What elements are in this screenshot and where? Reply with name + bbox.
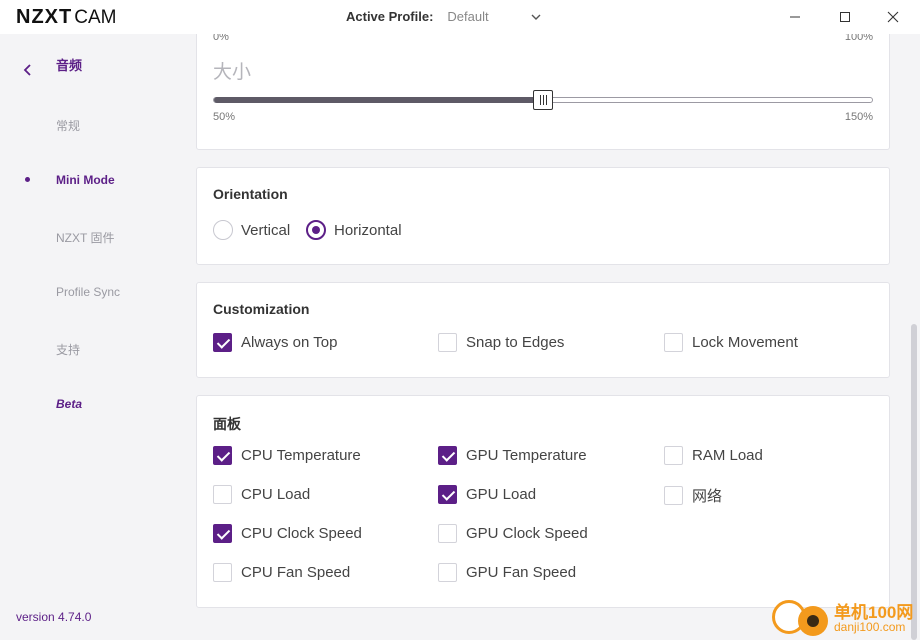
checkbox-label: CPU Clock Speed — [241, 525, 362, 542]
sidebar-item-mini-mode[interactable]: Mini Mode — [56, 173, 115, 187]
checkbox-gpu-temperature[interactable]: GPU Temperature — [438, 446, 587, 465]
size-title: 大小 — [213, 62, 252, 83]
opacity-min-label: 0% — [213, 34, 229, 43]
checkbox-box — [664, 446, 683, 465]
radio-circle — [213, 220, 233, 240]
size-min-label: 50% — [213, 111, 236, 123]
checkbox-label: GPU Fan Speed — [466, 564, 577, 581]
checkbox-snap-to-edges[interactable]: Snap to Edges — [438, 333, 564, 352]
checkbox-ram-load[interactable]: RAM Load — [664, 446, 763, 465]
close-icon — [887, 11, 899, 23]
watermark-disc-icon — [798, 606, 828, 636]
checkbox-label: 网络 — [692, 488, 723, 505]
checkbox-box — [438, 524, 457, 543]
checkbox-gpu-load[interactable]: GPU Load — [438, 485, 536, 504]
checkbox-box — [213, 524, 232, 543]
watermark-url: danji100.com — [834, 620, 906, 634]
radio-horizontal[interactable]: Horizontal — [306, 220, 402, 240]
sidebar-item-profile-sync[interactable]: Profile Sync — [56, 285, 120, 299]
chevron-down-icon — [531, 14, 541, 20]
sidebar-item-firmware[interactable]: NZXT 固件 — [56, 229, 114, 246]
customization-title: Customization — [213, 301, 310, 317]
active-profile-selector[interactable]: Active Profile: Default — [346, 9, 541, 24]
radio-label: Horizontal — [334, 221, 402, 239]
sidebar: 音频 常规 Mini Mode NZXT 固件 Profile Sync 支持 … — [0, 34, 180, 640]
checkbox-label: Snap to Edges — [466, 334, 565, 351]
panels-card: 面板 CPU Temperature GPU Temperature RAM L… — [196, 395, 890, 608]
radio-label: Vertical — [241, 221, 291, 239]
minimize-icon — [790, 16, 800, 18]
checkbox-box — [438, 446, 457, 465]
sidebar-item-general[interactable]: 常规 — [56, 117, 80, 134]
checkbox-box — [213, 446, 232, 465]
checkbox-box — [213, 485, 232, 504]
brand-name: NZXT — [16, 6, 73, 28]
checkbox-cpu-fan-speed[interactable]: CPU Fan Speed — [213, 563, 350, 582]
size-max-label: 150% — [844, 111, 873, 123]
radio-vertical[interactable]: Vertical — [213, 220, 290, 240]
app-name: CAM — [74, 7, 117, 28]
checkbox-box — [438, 563, 457, 582]
panels-title: 面板 — [213, 416, 241, 432]
app-logo: NZXT CAM — [16, 6, 116, 28]
title-bar: NZXT CAM Active Profile: Default — [0, 0, 920, 34]
checkbox-box — [213, 333, 232, 352]
size-slider-handle[interactable] — [533, 90, 553, 110]
active-indicator-dot — [25, 177, 30, 182]
checkbox-cpu-temperature[interactable]: CPU Temperature — [213, 446, 361, 465]
size-slider-fill — [214, 97, 544, 103]
maximize-button[interactable] — [836, 8, 854, 26]
active-profile-value: Default — [447, 9, 489, 24]
checkbox-box — [438, 333, 457, 352]
opacity-max-label: 100% — [844, 34, 873, 43]
checkbox-box — [213, 563, 232, 582]
checkbox-box — [664, 486, 683, 505]
checkbox-gpu-fan-speed[interactable]: GPU Fan Speed — [438, 563, 576, 582]
checkbox-label: CPU Fan Speed — [241, 564, 351, 581]
active-profile-label: Active Profile: — [346, 9, 434, 24]
checkbox-cpu-load[interactable]: CPU Load — [213, 485, 310, 504]
vertical-scrollbar[interactable] — [908, 34, 920, 640]
close-button[interactable] — [884, 8, 902, 26]
size-card: 0% 100% 大小 50% 150% — [196, 34, 890, 150]
checkbox-label: GPU Clock Speed — [466, 525, 588, 542]
watermark-logo: 单机100网 danji100.com — [770, 596, 920, 640]
checkbox-always-on-top[interactable]: Always on Top — [213, 333, 337, 352]
back-button[interactable]: 音频 — [22, 58, 82, 77]
main-content: 0% 100% 大小 50% 150% Orientation Vertical… — [180, 34, 908, 640]
checkbox-gpu-clock-speed[interactable]: GPU Clock Speed — [438, 524, 588, 543]
customization-card: Customization Always on Top Snap to Edge… — [196, 282, 890, 378]
sidebar-item-beta[interactable]: Beta — [56, 397, 82, 411]
checkbox-label: RAM Load — [692, 447, 763, 464]
version-text: version 4.74.0 — [16, 610, 92, 624]
checkbox-lock-movement[interactable]: Lock Movement — [664, 333, 798, 352]
checkbox-network[interactable]: 网络 — [664, 485, 722, 506]
checkbox-box — [664, 333, 683, 352]
minimize-button[interactable] — [786, 8, 804, 26]
chevron-left-icon — [23, 64, 31, 76]
scrollbar-thumb[interactable] — [911, 324, 917, 640]
orientation-card: Orientation Vertical Horizontal — [196, 167, 890, 265]
orientation-title: Orientation — [213, 186, 288, 202]
radio-circle — [306, 220, 326, 240]
sidebar-item-support[interactable]: 支持 — [56, 341, 80, 358]
checkbox-label: Lock Movement — [692, 334, 798, 351]
checkbox-label: GPU Temperature — [466, 447, 587, 464]
back-label: 音频 — [56, 58, 83, 73]
checkbox-label: GPU Load — [466, 486, 537, 503]
checkbox-label: CPU Temperature — [241, 447, 361, 464]
checkbox-cpu-clock-speed[interactable]: CPU Clock Speed — [213, 524, 362, 543]
checkbox-label: CPU Load — [241, 486, 311, 503]
checkbox-box — [438, 485, 457, 504]
checkbox-label: Always on Top — [241, 334, 338, 351]
maximize-icon — [840, 12, 850, 22]
